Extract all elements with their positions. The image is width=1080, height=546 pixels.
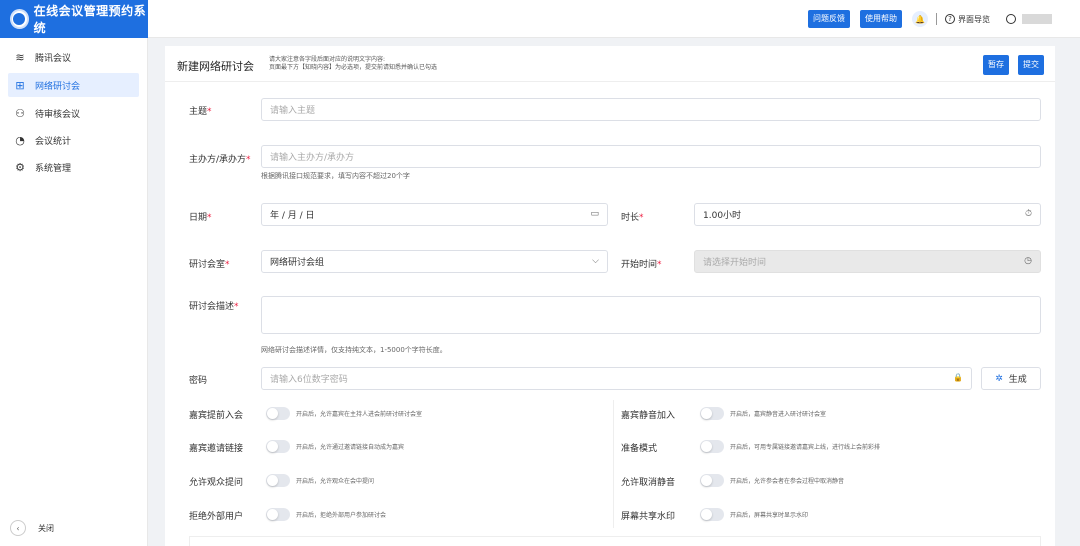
sidebar-item-tencent-meeting[interactable]: ≋ 腾讯会议 bbox=[8, 45, 139, 69]
gear-icon: ⚙ bbox=[15, 160, 25, 174]
toggle-label: 嘉宾邀请链接 bbox=[189, 444, 244, 454]
description-label: 研讨会描述* bbox=[189, 302, 239, 312]
screen-share-watermark-toggle[interactable] bbox=[700, 508, 724, 521]
pie-chart-icon: ◔ bbox=[15, 133, 25, 147]
audience-questions-toggle[interactable] bbox=[266, 474, 290, 487]
toggle-desc: 开启后，嘉宾静音进入研讨研讨会室 bbox=[730, 411, 827, 418]
guide-label: 界面导览 bbox=[958, 14, 990, 24]
password-label: 密码 bbox=[189, 376, 208, 386]
duration-label: 时长* bbox=[621, 213, 644, 223]
organizer-input[interactable]: 请输入主办方/承办方 bbox=[261, 145, 1041, 168]
allow-unmute-toggle[interactable] bbox=[700, 474, 724, 487]
sidebar-item-label: 网络研讨会 bbox=[35, 81, 81, 92]
sidebar-item-statistics[interactable]: ◔ 会议统计 bbox=[8, 128, 139, 152]
brand[interactable]: 在线会议管理预约系统 bbox=[0, 0, 148, 38]
divider bbox=[936, 13, 937, 25]
toggle-label: 嘉宾提前入会 bbox=[189, 411, 244, 421]
clock-icon: ◷ bbox=[1024, 256, 1032, 266]
user-check-icon: ⚇ bbox=[15, 106, 25, 120]
toggle-desc: 开启后，可用专属链接邀请嘉宾上线，进行线上会前彩排 bbox=[730, 444, 881, 451]
start-time-input[interactable]: 请选择开始时间 ◷ bbox=[694, 250, 1041, 273]
collapse-label: 关闭 bbox=[38, 523, 54, 533]
sidebar-item-webinar[interactable]: ⊞ 网络研讨会 bbox=[8, 73, 139, 97]
toggle-desc: 开启后，屏幕共享时显示水印 bbox=[730, 512, 809, 519]
block-external-users-toggle[interactable] bbox=[266, 508, 290, 521]
sidebar-item-pending-review[interactable]: ⚇ 待审核会议 bbox=[8, 101, 139, 125]
subject-input[interactable]: 请输入主题 bbox=[261, 98, 1041, 121]
feedback-button[interactable]: 问题反馈 bbox=[808, 10, 850, 28]
duration-select[interactable]: 1.00小时 ⏱ bbox=[694, 203, 1041, 226]
user-name-redacted[interactable] bbox=[1022, 14, 1052, 24]
user-icon[interactable] bbox=[1006, 14, 1016, 24]
help-button[interactable]: 使用帮助 bbox=[860, 10, 902, 28]
card-header: 新建网络研讨会 请大家注意各字段后面对应的说明文字内容: 页面最下方【知晓内容】… bbox=[165, 46, 1055, 82]
form-card: 新建网络研讨会 请大家注意各字段后面对应的说明文字内容: 页面最下方【知晓内容】… bbox=[165, 46, 1055, 546]
invite-link-toggle[interactable] bbox=[266, 440, 290, 453]
toggle-label: 屏幕共享水印 bbox=[621, 512, 676, 522]
room-label: 研讨会室* bbox=[189, 260, 230, 270]
toggle-desc: 开启后，拒绝外部用户参加研讨会 bbox=[296, 512, 387, 519]
toggle-label: 嘉宾静音加入 bbox=[621, 411, 676, 421]
sidebar-item-system-settings[interactable]: ⚙ 系统管理 bbox=[8, 155, 139, 179]
mute-on-join-toggle[interactable] bbox=[700, 407, 724, 420]
date-input[interactable]: 年 / 月 / 日 ▭ bbox=[261, 203, 608, 226]
date-label: 日期* bbox=[189, 213, 212, 223]
save-draft-button[interactable]: 暂存 bbox=[983, 55, 1009, 75]
description-textarea[interactable] bbox=[261, 296, 1041, 334]
rehearsal-mode-toggle[interactable] bbox=[700, 440, 724, 453]
bell-icon[interactable]: 🔔 bbox=[912, 11, 928, 27]
organizer-help: 根据腾讯接口规范要求，填写内容不超过20个字 bbox=[261, 172, 410, 180]
description-help: 网络研讨会描述详情，仅支持纯文本，1-5000个字符长度。 bbox=[261, 346, 447, 354]
topbar-actions: 问题反馈 使用帮助 🔔 ? 界面导览 bbox=[798, 10, 1052, 28]
organizer-label: 主办方/承办方* bbox=[189, 155, 251, 165]
column-divider bbox=[613, 400, 614, 528]
start-time-label: 开始时间* bbox=[621, 260, 662, 270]
calendar-icon[interactable]: ▭ bbox=[590, 209, 599, 219]
app-title: 在线会议管理预约系统 bbox=[33, 4, 147, 35]
page-title: 新建网络研讨会 bbox=[177, 60, 254, 73]
toggle-desc: 开启后，允许通过邀请链接自动成为嘉宾 bbox=[296, 444, 405, 451]
top-bar: 在线会议管理预约系统 问题反馈 使用帮助 🔔 ? 界面导览 bbox=[0, 0, 1080, 38]
sidebar-item-label: 会议统计 bbox=[35, 136, 72, 147]
logo-icon bbox=[10, 9, 29, 29]
early-join-toggle[interactable] bbox=[266, 407, 290, 420]
grid-icon: ⊞ bbox=[15, 78, 25, 92]
toggle-desc: 开启后，允许嘉宾在主持人进会前研讨研讨会室 bbox=[296, 411, 423, 418]
toggle-desc: 开启后，允许参会者在参会过程中取消静音 bbox=[730, 478, 845, 485]
hint-line-1: 请大家注意各字段后面对应的说明文字内容: bbox=[269, 56, 386, 63]
submit-button[interactable]: 提交 bbox=[1018, 55, 1044, 75]
toggle-label: 拒绝外部用户 bbox=[189, 512, 244, 522]
layers-icon: ≋ bbox=[15, 50, 25, 64]
sidebar: ≋ 腾讯会议 ⊞ 网络研讨会 ⚇ 待审核会议 ◔ 会议统计 ⚙ 系统管理 ‹ 关… bbox=[0, 38, 148, 546]
chevron-down-icon: ⌵ bbox=[592, 256, 599, 266]
generate-label: 生成 bbox=[1008, 375, 1027, 385]
lock-icon: 🔒 bbox=[953, 373, 963, 382]
page-hint: 请大家注意各字段后面对应的说明文字内容: 页面最下方【知晓内容】为必选项，提交前… bbox=[269, 56, 437, 72]
sidebar-item-label: 腾讯会议 bbox=[35, 53, 72, 64]
sparkle-icon: ✲ bbox=[995, 373, 1003, 384]
password-input[interactable]: 请输入6位数字密码 🔒 bbox=[261, 367, 972, 390]
sidebar-item-label: 系统管理 bbox=[35, 163, 72, 174]
toggle-label: 准备模式 bbox=[621, 444, 658, 454]
toggle-label: 允许观众提问 bbox=[189, 478, 244, 488]
guide-link[interactable]: ? 界面导览 bbox=[945, 14, 990, 25]
generate-password-button[interactable]: ✲ 生成 bbox=[981, 367, 1041, 390]
chevron-left-icon: ‹ bbox=[10, 520, 26, 536]
alarm-clock-icon: ⏱ bbox=[1024, 209, 1032, 219]
acknowledgement-section bbox=[189, 536, 1041, 546]
room-select[interactable]: 网络研讨会组 ⌵ bbox=[261, 250, 608, 273]
toggle-desc: 开启后，允许观众在会中提问 bbox=[296, 478, 375, 485]
sidebar-item-label: 待审核会议 bbox=[35, 109, 81, 120]
question-icon: ? bbox=[945, 14, 955, 24]
hint-line-2: 页面最下方【知晓内容】为必选项，提交前请知悉并确认已勾选 bbox=[269, 64, 438, 71]
toggle-label: 允许取消静音 bbox=[621, 478, 676, 488]
collapse-sidebar[interactable]: ‹ 关闭 bbox=[10, 520, 54, 536]
subject-label: 主题* bbox=[189, 107, 212, 117]
